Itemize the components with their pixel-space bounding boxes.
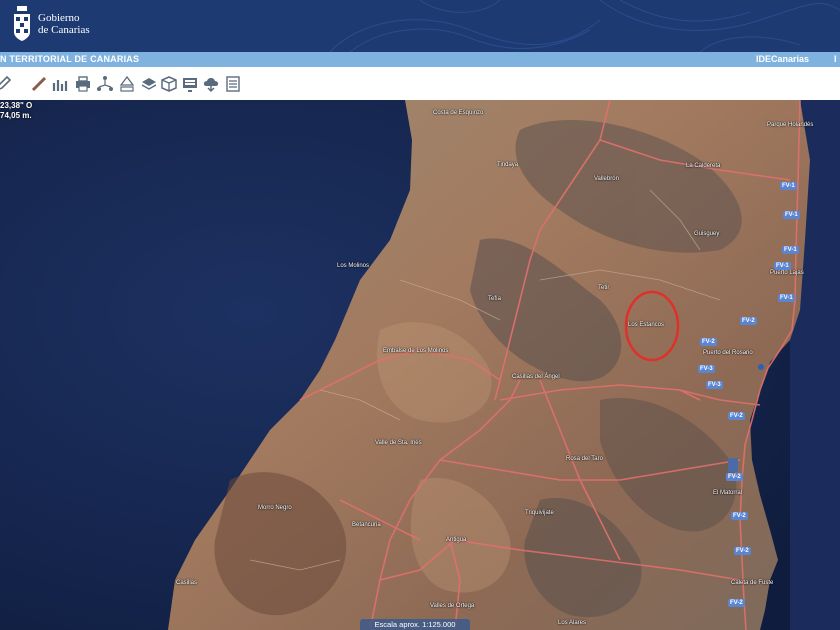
place-label: Morro Negro bbox=[258, 505, 292, 511]
place-label: Guisguey bbox=[694, 231, 720, 237]
road-shield: FV-2 bbox=[728, 599, 745, 607]
place-label: Triquivijate bbox=[525, 510, 554, 516]
road-shield: FV-2 bbox=[726, 473, 743, 481]
monitor-icon[interactable] bbox=[181, 75, 199, 93]
gobierno-logo[interactable]: Gobierno de Canarias bbox=[12, 6, 90, 42]
title-bar: N TERRITORIAL DE CANARIAS IDECanarias I bbox=[0, 52, 840, 67]
network-icon[interactable] bbox=[96, 75, 114, 93]
coordinate-readout: 23,38" O 74,05 m. bbox=[0, 101, 32, 121]
place-label: Puerto Lajas bbox=[770, 270, 804, 276]
place-label: Parque Holandés bbox=[767, 122, 814, 128]
road-shield: FV-1 bbox=[774, 262, 791, 270]
road-shield: FV-2 bbox=[740, 317, 757, 325]
logo-line-2: de Canarias bbox=[38, 24, 90, 36]
layers-icon[interactable] bbox=[140, 75, 158, 93]
edge-text: I bbox=[834, 54, 837, 64]
place-label: Tefía bbox=[488, 296, 502, 302]
road-shield: FV-1 bbox=[783, 211, 800, 219]
place-label: El Matorral bbox=[713, 490, 743, 496]
place-label: Valle de Sta. Inés bbox=[375, 440, 422, 446]
road-shield: FV-2 bbox=[734, 547, 751, 555]
place-label: Casillas bbox=[176, 580, 198, 586]
place-label: Los Estancos bbox=[628, 322, 665, 328]
place-label: Caleta de Fuste bbox=[731, 580, 774, 586]
place-label: La Caldereta bbox=[686, 163, 721, 169]
place-label: Betancuria bbox=[352, 522, 381, 528]
place-label: Valles de Ortega bbox=[430, 603, 475, 609]
place-label: Embalse de Los Molinos bbox=[383, 348, 449, 354]
place-label: Vallebrón bbox=[594, 176, 619, 182]
coordinate-altitude: 74,05 m. bbox=[0, 111, 32, 120]
coordinate-longitude: 23,38" O bbox=[0, 101, 33, 110]
place-label: Tindaya bbox=[497, 162, 519, 168]
toolbar bbox=[0, 67, 840, 101]
place-label: Antigua bbox=[446, 537, 467, 543]
ruler-icon[interactable] bbox=[30, 75, 48, 93]
place-label: Tetir bbox=[598, 285, 610, 291]
document-icon[interactable] bbox=[224, 75, 242, 93]
road-shield: FV-3 bbox=[706, 381, 723, 389]
road-shield: FV-1 bbox=[780, 182, 797, 190]
place-label: Los Molinos bbox=[337, 263, 370, 269]
place-label: Puerto del Rosario bbox=[703, 350, 753, 356]
road-shield: FV-2 bbox=[728, 412, 745, 420]
road-shield: FV-1 bbox=[782, 246, 799, 254]
place-label: Casillas del Ángel bbox=[512, 374, 560, 380]
place-label: Costa de Esquinzo bbox=[433, 110, 484, 116]
idecanarias-link[interactable]: IDECanarias bbox=[756, 54, 809, 64]
cube-icon[interactable] bbox=[160, 75, 178, 93]
topographic-decoration bbox=[329, 0, 840, 52]
cloud-download-icon[interactable] bbox=[202, 75, 220, 93]
app-title: N TERRITORIAL DE CANARIAS bbox=[0, 54, 140, 64]
scale-indicator: Escala aprox. 1:125.000 bbox=[360, 619, 470, 630]
road-shield: FV-1 bbox=[778, 294, 795, 302]
pencil-icon[interactable] bbox=[0, 75, 12, 93]
print-icon[interactable] bbox=[74, 75, 92, 93]
app-header: Gobierno de Canarias bbox=[0, 0, 840, 52]
place-label: Rosa del Taro bbox=[566, 456, 603, 462]
coat-of-arms-icon bbox=[14, 6, 30, 41]
logo-line-1: Gobierno bbox=[38, 12, 80, 24]
tree-icon[interactable] bbox=[118, 75, 136, 93]
road-shield: FV-3 bbox=[698, 365, 715, 373]
road-shield: FV-2 bbox=[731, 512, 748, 520]
place-label: Los Alares bbox=[558, 620, 587, 626]
profile-chart-icon[interactable] bbox=[52, 75, 70, 93]
road-shield: FV-2 bbox=[700, 338, 717, 346]
